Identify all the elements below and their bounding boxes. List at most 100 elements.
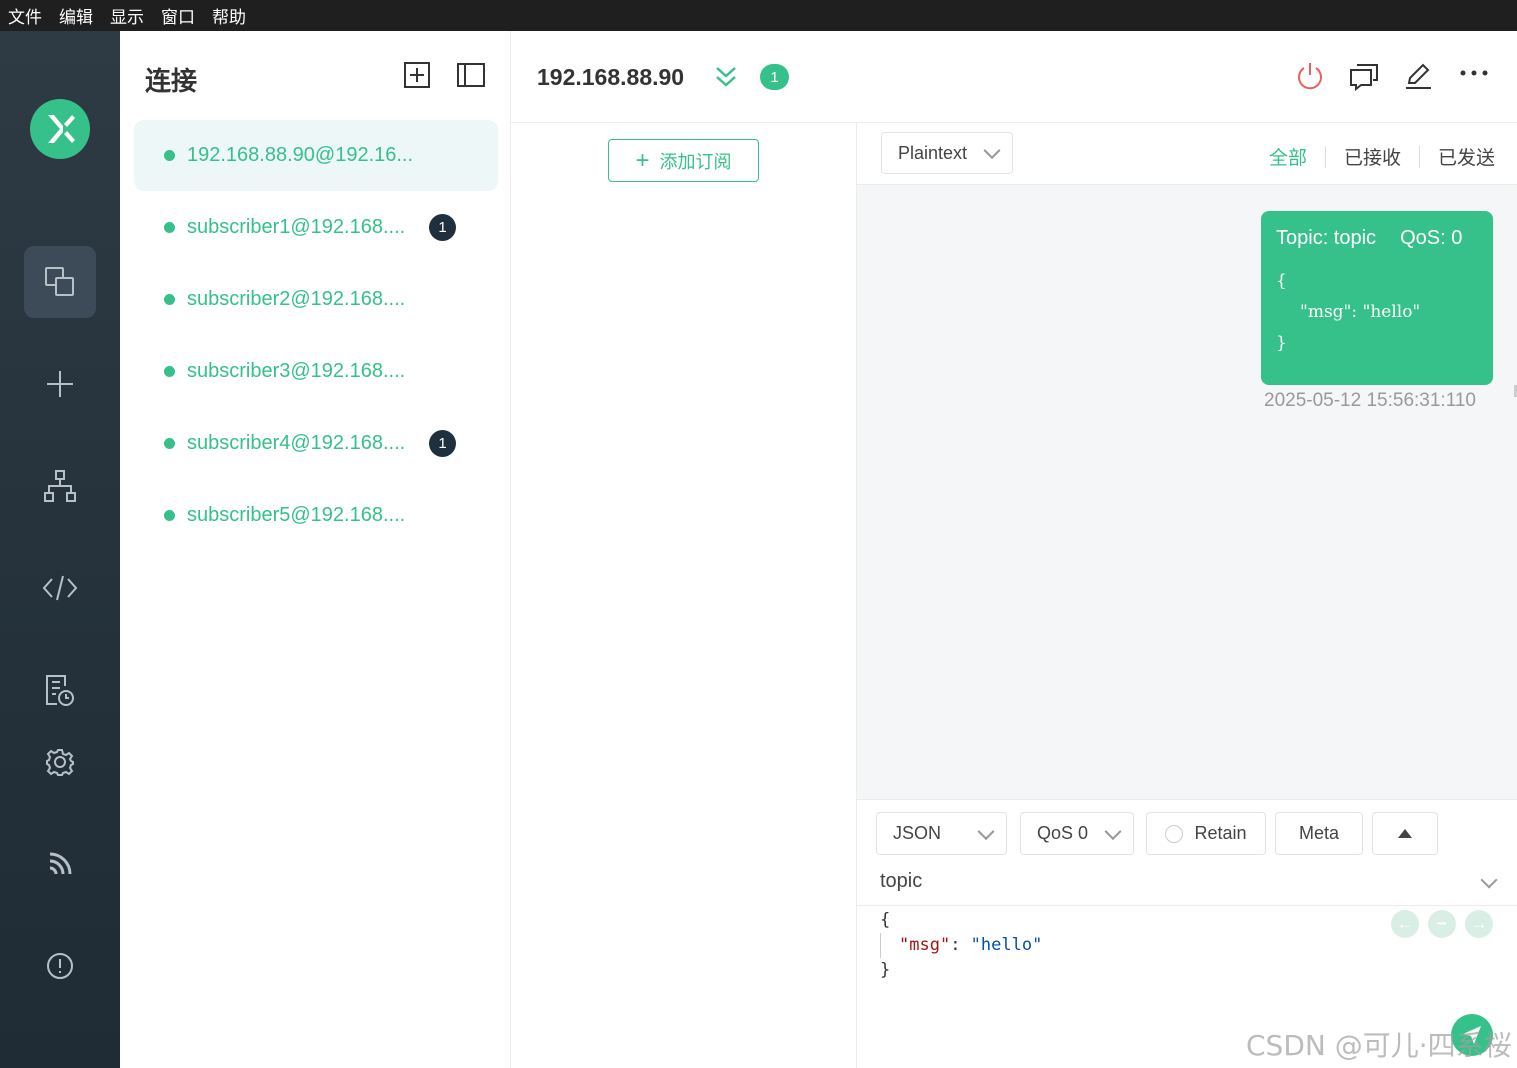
nav-topology[interactable] <box>24 450 96 522</box>
history-prev-button[interactable]: ← <box>1391 910 1419 938</box>
topic-input-row: topic <box>857 858 1517 906</box>
disconnect-button[interactable] <box>1296 61 1324 96</box>
connection-name: subscriber1@192.168.... <box>187 216 406 238</box>
nav-settings[interactable] <box>24 726 96 798</box>
message-meta: Topic: topic QoS: 0 <box>1276 227 1493 250</box>
pencil-icon <box>1406 63 1431 89</box>
nav-new-connection[interactable] <box>24 348 96 420</box>
script-icon <box>42 575 78 601</box>
nav-scripts[interactable] <box>24 552 96 624</box>
status-dot <box>164 366 175 377</box>
connection-list-panel: 连接 192.168.88.90@192.16... subscriber1@1… <box>120 31 511 1068</box>
menu-help[interactable]: 帮助 <box>212 3 246 28</box>
connections-title: 连接 <box>145 67 198 97</box>
add-subscription-button[interactable]: + 添加订阅 <box>608 139 759 182</box>
more-button[interactable] <box>1459 65 1489 83</box>
history-next-button[interactable]: → <box>1465 910 1493 938</box>
watermark: CSDN @可儿·四系桜 <box>1246 1029 1512 1062</box>
menu-bar: 文件 编辑 显示 窗口 帮助 <box>0 0 1517 31</box>
nav-about[interactable] <box>24 930 96 1002</box>
qos-select[interactable]: QoS 0 <box>1020 812 1134 855</box>
connection-header: 192.168.88.90 1 <box>511 31 1517 123</box>
connection-name: subscriber5@192.168.... <box>187 504 406 526</box>
message-topic: Topic: topic <box>1276 227 1377 249</box>
connection-item[interactable]: subscriber2@192.168.... <box>134 264 498 335</box>
history-clear-button[interactable]: − <box>1428 910 1456 938</box>
message-toolbar: Plaintext 全部 已接收 已发送 <box>857 123 1517 185</box>
menu-window[interactable]: 窗口 <box>161 3 195 28</box>
message-bubble[interactable]: Topic: topic QoS: 0 {"msg": "hello"} <box>1261 211 1493 385</box>
side-nav <box>0 31 120 1068</box>
topic-input[interactable]: topic <box>880 870 922 893</box>
message-list: Topic: topic QoS: 0 {"msg": "hello"} 202… <box>857 185 1517 799</box>
expand-publish-button[interactable] <box>1372 812 1438 855</box>
menu-edit[interactable]: 编辑 <box>59 3 93 28</box>
topology-icon <box>44 470 76 502</box>
retain-toggle[interactable]: Retain <box>1146 812 1266 855</box>
gear-icon <box>46 749 74 776</box>
connection-item[interactable]: subscriber5@192.168.... <box>134 480 498 551</box>
status-dot <box>164 294 175 305</box>
arrow-left-icon: ← <box>1396 914 1414 933</box>
plus-icon: + <box>635 146 650 174</box>
connection-item[interactable]: subscriber4@192.168.... 1 <box>134 408 498 479</box>
chat-windows-icon <box>1350 64 1378 92</box>
nav-logs[interactable] <box>24 654 96 726</box>
message-time: 2025-05-12 15:56:31:110 <box>1264 390 1476 411</box>
connection-name: subscriber3@192.168.... <box>187 360 406 382</box>
divider <box>1324 145 1326 168</box>
retain-radio <box>1165 824 1184 843</box>
meta-label: Meta <box>1298 823 1340 843</box>
filter-sent[interactable]: 已发送 <box>1438 143 1495 170</box>
feed-icon <box>49 852 72 875</box>
menu-view[interactable]: 显示 <box>110 3 144 28</box>
connection-name: subscriber4@192.168.... <box>187 432 406 454</box>
message-payload: {"msg": "hello"} <box>1276 271 1421 353</box>
new-connection-button[interactable] <box>403 61 433 91</box>
edit-connection-button[interactable] <box>1404 61 1432 96</box>
more-dots-icon <box>1460 70 1488 76</box>
connection-item[interactable]: 192.168.88.90@192.16... <box>134 120 498 191</box>
unread-badge: 1 <box>429 430 456 457</box>
plus-square-icon <box>404 62 430 88</box>
minus-icon: − <box>1437 914 1447 933</box>
payload-editor[interactable]: { "msg": "hello" } <box>880 908 1042 983</box>
meta-button[interactable]: Meta <box>1275 812 1363 855</box>
nav-feed[interactable] <box>24 828 96 900</box>
retain-label: Retain <box>1194 823 1247 843</box>
publish-format-value: JSON <box>893 823 942 843</box>
message-filter-tabs: 全部 已接收 已发送 <box>1269 143 1495 170</box>
status-dot <box>164 150 175 161</box>
connection-name: subscriber2@192.168.... <box>187 288 406 310</box>
nav-connections[interactable] <box>24 246 96 318</box>
plus-icon <box>47 371 73 397</box>
chevron-down-icon[interactable] <box>1480 871 1498 889</box>
info-icon <box>47 953 73 979</box>
caret-up-icon <box>1398 829 1412 838</box>
new-window-button[interactable] <box>1349 61 1379 96</box>
divider <box>1418 145 1420 168</box>
menu-file[interactable]: 文件 <box>8 3 42 28</box>
double-chevron-down-icon <box>716 67 736 87</box>
add-subscription-label: 添加订阅 <box>659 151 732 173</box>
status-dot <box>164 510 175 521</box>
toggle-panel-button[interactable] <box>457 61 487 91</box>
filter-received[interactable]: 已接收 <box>1344 143 1401 170</box>
status-dot <box>164 222 175 233</box>
chevron-down-icon <box>977 822 995 840</box>
payload-format-select[interactable]: Plaintext <box>881 132 1013 174</box>
collapse-button[interactable] <box>714 65 738 94</box>
mqttx-logo-icon <box>30 99 90 159</box>
publish-format-select[interactable]: JSON <box>876 812 1007 855</box>
unread-badge: 1 <box>429 214 456 241</box>
log-icon <box>46 675 74 706</box>
filter-all[interactable]: 全部 <box>1269 143 1307 170</box>
connection-title: 192.168.88.90 <box>537 64 685 90</box>
subscription-panel: + 添加订阅 <box>511 123 857 1068</box>
arrow-right-icon: → <box>1470 914 1488 933</box>
sidebar-toggle-icon <box>457 63 485 87</box>
connection-name: 192.168.88.90@192.16... <box>187 144 414 166</box>
connections-icon <box>45 267 74 296</box>
connection-item[interactable]: subscriber1@192.168.... 1 <box>134 192 498 263</box>
connection-item[interactable]: subscriber3@192.168.... <box>134 336 498 407</box>
